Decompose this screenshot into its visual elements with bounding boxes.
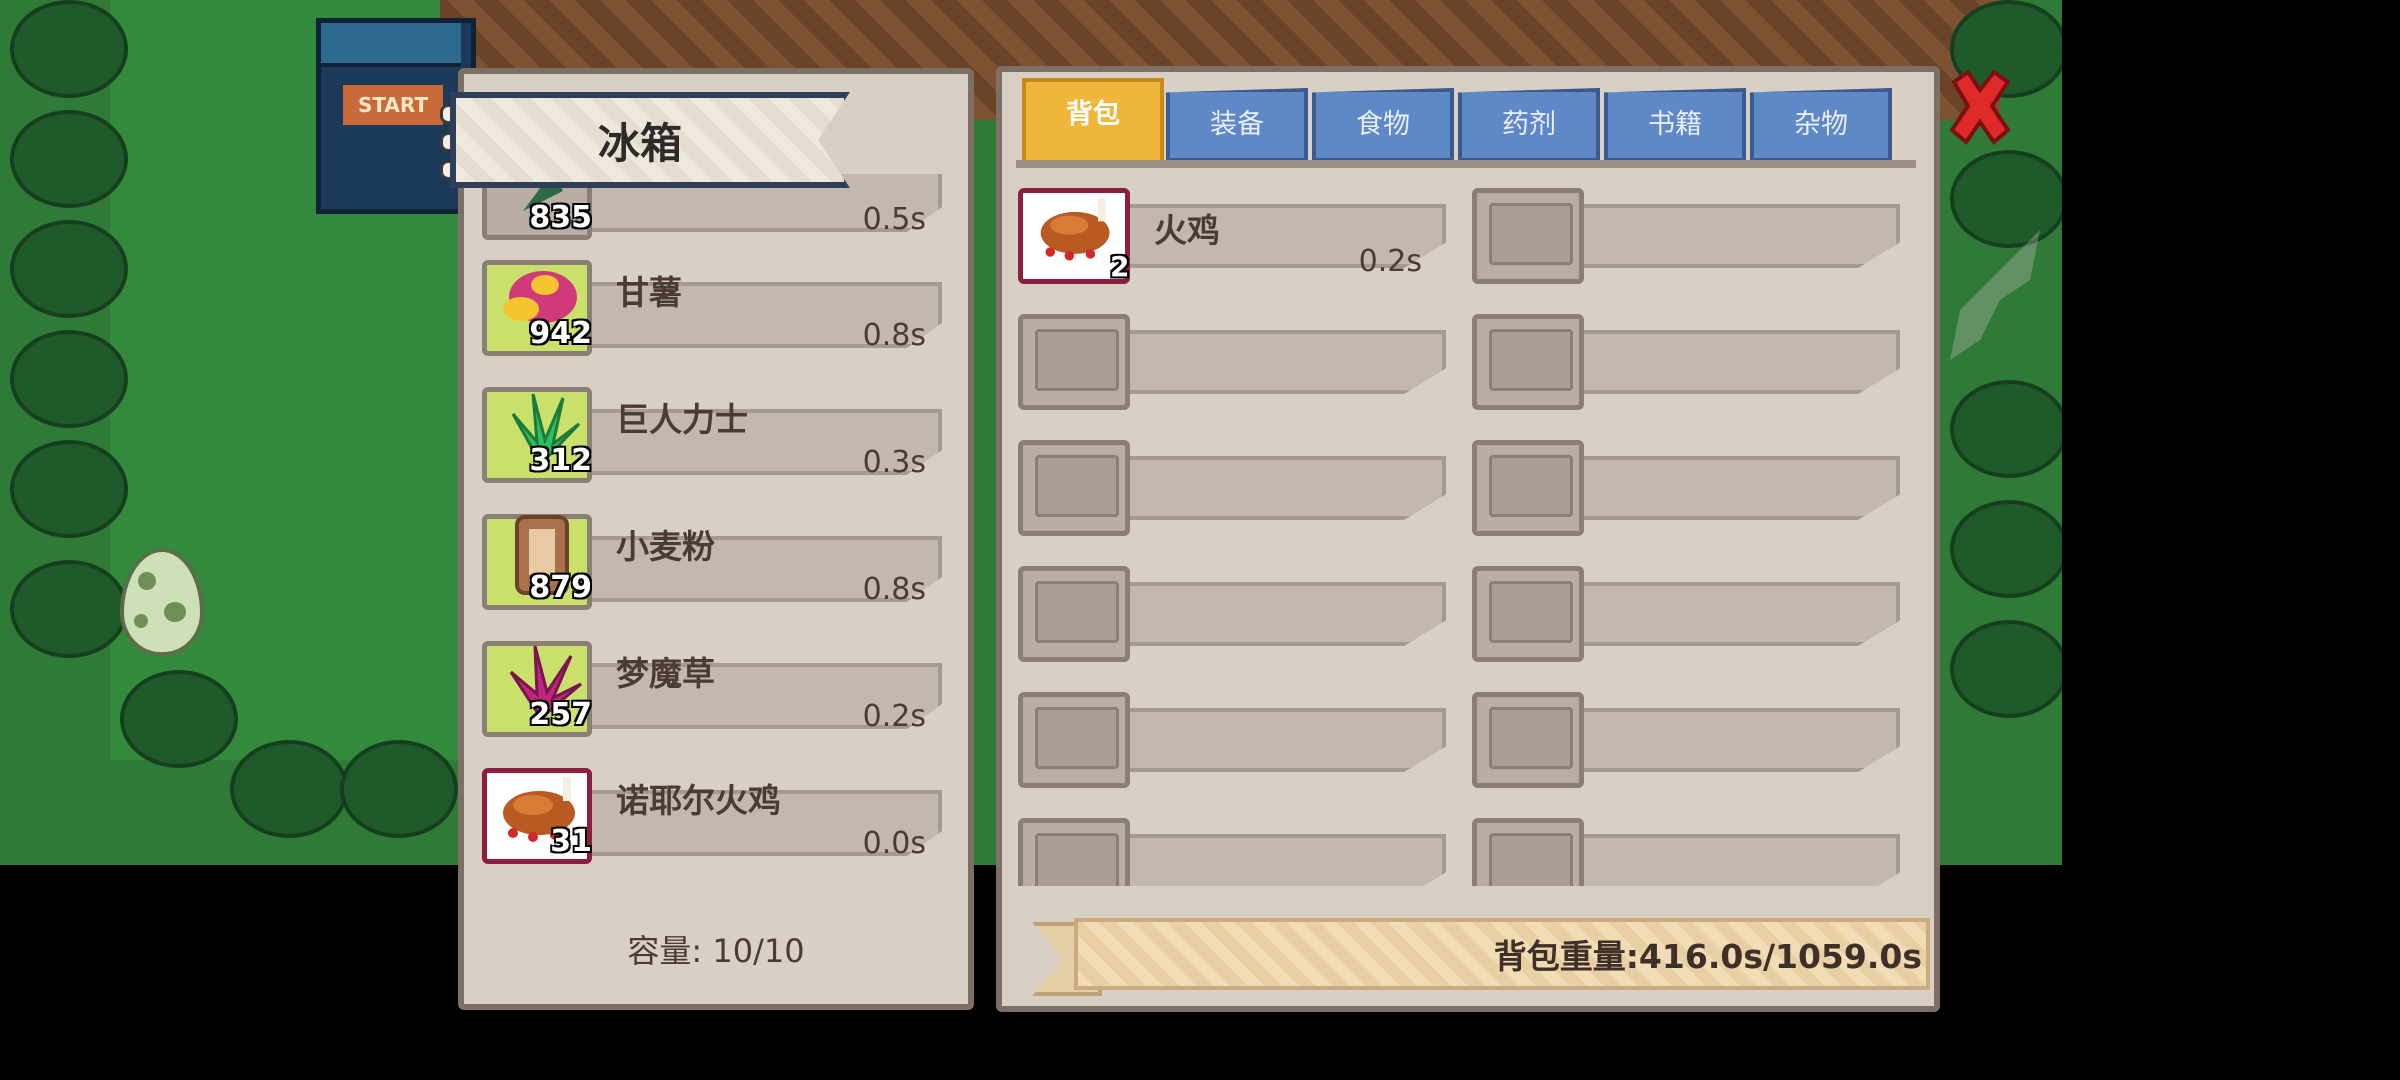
fridge-item[interactable]: 257 梦魔草 0.2s [482,629,956,737]
item-name: 小麦粉 [616,527,715,566]
item-count: 257 [529,697,592,732]
bag-slot-empty[interactable] [1008,810,1448,886]
bag-slot-empty[interactable] [1008,306,1448,412]
item-slot [1472,566,1584,662]
tree [10,110,128,208]
fridge-panel: 835 0.5s 942 甘薯 0.8s 312 巨人力士 0.3s 879 小… [458,68,974,1010]
bag-item-grid[interactable]: 2 火鸡 0.2s [1002,180,1934,886]
tree [120,670,238,768]
tree [230,740,348,838]
tree [10,560,128,658]
tab-food[interactable]: 食物 [1312,88,1454,162]
bag-weight-text: 背包重量:416.0s/1059.0s [1493,937,1922,976]
tab-bag[interactable]: 背包 [1022,78,1164,164]
tab-books[interactable]: 书籍 [1604,88,1746,162]
tree [1950,380,2062,478]
item-weight: 0.2s [862,699,926,734]
bag-slot[interactable]: 2 火鸡 0.2s [1008,180,1448,286]
feather-decoration-icon [1950,230,2040,360]
tree [10,330,128,428]
bag-slot-empty[interactable] [1008,432,1448,538]
item-slot [1472,314,1584,410]
item-slot [1018,566,1130,662]
item-slot [1018,692,1130,788]
fridge-item[interactable]: 942 甘薯 0.8s [482,248,956,356]
start-sign: START [343,85,443,125]
item-weight: 0.8s [862,572,926,607]
item-slot [1472,440,1584,536]
tree [1950,500,2062,598]
fridge-capacity: 容量: 10/10 [627,932,805,970]
item-name: 诺耶尔火鸡 [616,781,781,820]
item-count: 835 [529,200,592,235]
bag-slot-empty[interactable] [1008,684,1448,790]
fridge-item[interactable]: 879 小麦粉 0.8s [482,502,956,610]
tree [10,0,128,98]
fridge-title: 冰箱 [597,119,682,168]
item-slot [1018,440,1130,536]
fridge-item-list[interactable]: 835 0.5s 942 甘薯 0.8s 312 巨人力士 0.3s 879 小… [464,174,968,959]
bag-slot-empty[interactable] [1462,558,1902,664]
item-count: 879 [529,570,592,605]
fridge-title-banner: 冰箱 [440,92,870,192]
item-weight: 0.5s [862,202,926,237]
item-slot [1472,692,1584,788]
item-slot [1018,314,1130,410]
bag-slot-empty[interactable] [1462,180,1902,286]
bag-slot-empty[interactable] [1008,558,1448,664]
bag-slot-empty[interactable] [1462,432,1902,538]
bag-panel: 背包 装备 食物 药剂 书籍 杂物 2 火鸡 0.2s 背包重量:416.0s/… [996,66,1940,1012]
item-name: 火鸡 [1154,211,1220,250]
item-slot [1472,188,1584,284]
item-count: 2 [1110,250,1130,283]
tree [10,220,128,318]
bag-weight-banner: 背包重量:416.0s/1059.0s [1032,918,1932,996]
fridge-item[interactable]: 31 诺耶尔火鸡 0.0s [482,756,956,864]
tab-divider [1016,160,1916,168]
tree [10,440,128,538]
item-name: 巨人力士 [616,400,748,439]
item-slot [1472,818,1584,886]
bag-slot-empty[interactable] [1462,306,1902,412]
bag-slot-empty[interactable] [1462,684,1902,790]
item-name: 梦魔草 [616,654,715,693]
item-name: 甘薯 [616,273,682,312]
tab-potion[interactable]: 药剂 [1458,88,1600,162]
tab-equipment[interactable]: 装备 [1166,88,1308,162]
item-weight: 0.8s [862,318,926,353]
item-weight: 0.2s [1358,244,1422,279]
item-count: 942 [529,316,592,351]
item-count: 31 [550,824,592,859]
item-weight: 0.0s [862,826,926,861]
tree [340,740,458,838]
close-icon[interactable] [1944,68,2016,148]
item-weight: 0.3s [862,445,926,480]
fridge-item[interactable]: 312 巨人力士 0.3s [482,375,956,483]
item-slot [1018,818,1130,886]
bag-slot-empty[interactable] [1462,810,1902,886]
item-count: 312 [529,443,592,478]
tree [1950,620,2062,718]
tab-misc[interactable]: 杂物 [1750,88,1892,162]
